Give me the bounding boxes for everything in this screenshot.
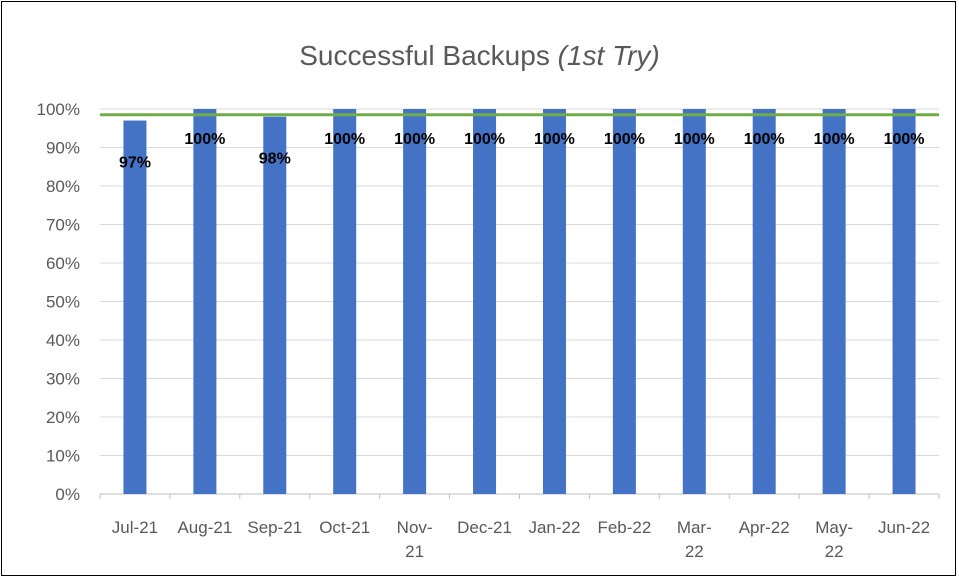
bar: [123, 120, 147, 495]
bar: [403, 109, 427, 494]
chart-frame: Successful Backups (1st Try) 0% 10% 20% 30%…: [1, 1, 956, 576]
y-tick-label: 10%: [46, 447, 80, 466]
x-tick-label: Jun-22: [878, 518, 930, 537]
y-tick-label: 80%: [46, 177, 80, 196]
x-tick-label: Sep-21: [247, 518, 302, 537]
y-tick-label: 90%: [46, 139, 80, 158]
data-label: 100%: [674, 131, 715, 148]
x-tick-label: Dec-21: [457, 518, 512, 537]
x-tick-label: Mar-22: [677, 518, 712, 561]
bar: [193, 109, 217, 494]
y-tick-label: 0%: [55, 485, 80, 504]
bar: [542, 109, 566, 494]
bar: [682, 109, 706, 494]
y-tick-label: 70%: [46, 216, 80, 235]
x-tick-label: Jul-21: [112, 518, 158, 537]
x-tick-label: May-22: [815, 518, 853, 561]
x-tick-label: Aug-21: [177, 518, 232, 537]
data-label: 100%: [534, 131, 575, 148]
y-tick-label: 20%: [46, 408, 80, 427]
y-tick-label: 50%: [46, 293, 80, 312]
bar: [752, 109, 776, 494]
bar: [892, 109, 916, 494]
y-tick-label: 30%: [46, 370, 80, 389]
x-tick-label: Apr-22: [739, 518, 790, 537]
data-label: 100%: [884, 131, 925, 148]
y-tick-label: 40%: [46, 331, 80, 350]
x-tick-label: Nov-21: [397, 518, 433, 561]
data-label: 100%: [394, 131, 435, 148]
data-label: 100%: [604, 131, 645, 148]
bar: [263, 116, 287, 494]
bar: [473, 109, 497, 494]
x-tick-label: Feb-22: [597, 518, 651, 537]
data-label: 100%: [814, 131, 855, 148]
bar: [333, 109, 357, 494]
chart-plot: 0% 10% 20% 30% 40% 50% 60% 70% 80% 90% 100% 97% 100%…: [37, 100, 940, 561]
x-tick-label: Oct-21: [319, 518, 370, 537]
data-label: 100%: [324, 131, 365, 148]
bar: [612, 109, 636, 494]
data-label: 97%: [119, 155, 151, 172]
data-label: 98%: [259, 151, 291, 168]
y-tick-label: 60%: [46, 254, 80, 273]
x-tick-label: Jan-22: [528, 518, 580, 537]
bar: [822, 109, 846, 494]
y-tick-label: 100%: [37, 100, 80, 119]
data-label: 100%: [184, 131, 225, 148]
data-label: 100%: [744, 131, 785, 148]
data-label: 100%: [464, 131, 505, 148]
